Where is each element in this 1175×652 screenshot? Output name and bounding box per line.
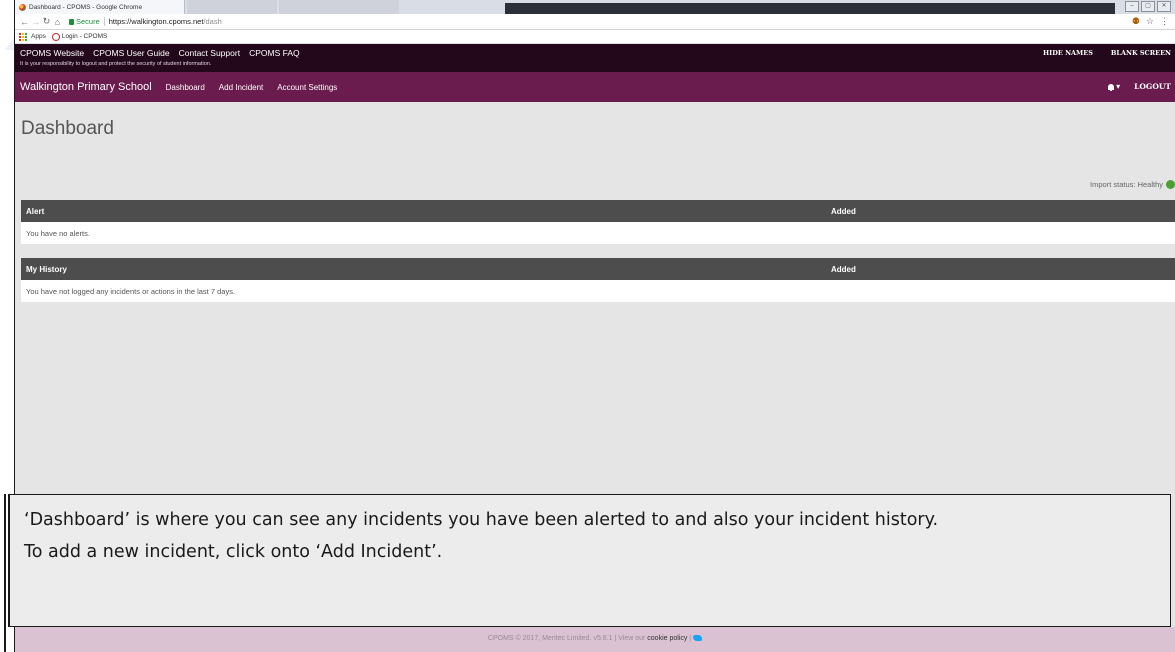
back-arrow-icon[interactable]: ← bbox=[19, 17, 30, 27]
browser-tab[interactable]: Dashboard - CPOMS - Google Chrome bbox=[15, 0, 185, 14]
topbar-links: CPOMS Website CPOMS User Guide Contact S… bbox=[20, 48, 300, 58]
alerts-col-added: Added bbox=[831, 207, 856, 216]
page-footer: CPOMS © 2017, Meritec Limited. v5.8.1 | … bbox=[15, 627, 1175, 652]
import-status: Import status: Healthy bbox=[1090, 180, 1175, 189]
caret-down-icon: ▾ bbox=[1116, 82, 1121, 91]
history-empty-message: You have not logged any incidents or act… bbox=[21, 280, 1175, 302]
alerts-empty-message: You have no alerts. bbox=[21, 222, 1175, 244]
footer-copyright: CPOMS © 2017, Meritec Limited. v5.8.1 | … bbox=[487, 635, 648, 642]
minimize-icon[interactable]: – bbox=[1125, 1, 1139, 12]
browser-titlebar: Dashboard - CPOMS - Google Chrome – ▢ ✕ bbox=[15, 0, 1175, 14]
logout-button[interactable]: LOGOUT bbox=[1134, 82, 1171, 91]
inactive-tab[interactable] bbox=[187, 0, 277, 14]
alerts-col-alert: Alert bbox=[26, 207, 45, 216]
notifications-dropdown[interactable]: ▾ bbox=[1108, 82, 1120, 91]
url-path: /dash bbox=[203, 17, 222, 26]
maximize-icon[interactable]: ▢ bbox=[1141, 1, 1155, 12]
link-cpoms-user-guide[interactable]: CPOMS User Guide bbox=[93, 48, 170, 58]
main-navbar: Walkington Primary School Dashboard Add … bbox=[15, 72, 1175, 102]
hide-names-button[interactable]: HIDE NAMES bbox=[1043, 49, 1093, 57]
bookmark-star-icon[interactable]: ☆ bbox=[1146, 16, 1154, 27]
bookmark-apps[interactable]: Apps bbox=[19, 32, 46, 41]
link-cpoms-faq[interactable]: CPOMS FAQ bbox=[249, 48, 300, 58]
topbar-actions: HIDE NAMES BLANK SCREEN bbox=[1043, 49, 1171, 57]
bookmark-login-label: Login - CPOMS bbox=[61, 33, 108, 40]
navbar-right: ▾ LOGOUT bbox=[1108, 82, 1171, 91]
secure-label: Secure bbox=[76, 17, 100, 26]
reload-icon[interactable]: ↻ bbox=[41, 16, 52, 27]
alerts-table: Alert Added You have no alerts. bbox=[21, 200, 1175, 244]
address-bar-actions: ⚉ ☆ ⋮ bbox=[1132, 16, 1169, 27]
url-text: https://walkington.cpoms.net/dash bbox=[105, 17, 222, 26]
twitter-bird-icon[interactable] bbox=[693, 635, 703, 642]
history-col-added: Added bbox=[831, 265, 856, 274]
instruction-callout: ‘Dashboard’ is where you can see any inc… bbox=[8, 494, 1171, 627]
bookmark-login-cpoms[interactable]: Login - CPOMS bbox=[51, 32, 108, 41]
instruction-line-2: To add a new incident, click onto ‘Add I… bbox=[24, 542, 443, 562]
tab-title: Dashboard - CPOMS - Google Chrome bbox=[29, 3, 143, 11]
url-field[interactable]: Secure https://walkington.cpoms.net/dash bbox=[69, 16, 222, 28]
window-controls: – ▢ ✕ bbox=[1125, 1, 1171, 13]
secure-indicator[interactable]: Secure bbox=[69, 17, 105, 26]
dark-tab-strip bbox=[505, 3, 1115, 14]
nav-dashboard[interactable]: Dashboard bbox=[166, 83, 205, 92]
apps-grid-icon bbox=[19, 32, 27, 41]
address-bar: ← → ↻ ⌂ Secure https://walkington.cpoms.… bbox=[15, 14, 1175, 30]
bell-icon bbox=[1108, 83, 1115, 91]
cpoms-topbar: CPOMS Website CPOMS User Guide Contact S… bbox=[15, 44, 1175, 72]
alerts-table-header: Alert Added bbox=[21, 200, 1175, 222]
history-col-my-history: My History bbox=[26, 265, 67, 274]
extension-icon[interactable]: ⚉ bbox=[1132, 16, 1140, 27]
security-note: It is your responsibility to logout and … bbox=[20, 61, 212, 67]
nav-add-incident[interactable]: Add Incident bbox=[219, 83, 263, 92]
bookmarks-bar: Apps Login - CPOMS bbox=[15, 30, 1175, 44]
overlay-left-rule bbox=[4, 494, 6, 652]
page: Dashboard - CPOMS - Google Chrome – ▢ ✕ … bbox=[0, 0, 1175, 652]
instruction-line-1: ‘Dashboard’ is where you can see any inc… bbox=[24, 510, 939, 530]
import-status-text: Import status: Healthy bbox=[1090, 180, 1163, 189]
chrome-logo-icon bbox=[19, 3, 26, 11]
nav-account-settings[interactable]: Account Settings bbox=[277, 83, 337, 92]
history-table-header: My History Added bbox=[21, 258, 1175, 280]
home-icon[interactable]: ⌂ bbox=[52, 17, 63, 27]
page-title: Dashboard bbox=[21, 118, 114, 139]
link-contact-support[interactable]: Contact Support bbox=[179, 48, 240, 58]
link-cpoms-website[interactable]: CPOMS Website bbox=[20, 48, 84, 58]
history-table: My History Added You have not logged any… bbox=[21, 258, 1175, 302]
blank-screen-button[interactable]: BLANK SCREEN bbox=[1111, 49, 1171, 57]
cpoms-logo-icon bbox=[51, 32, 60, 41]
close-icon[interactable]: ✕ bbox=[1157, 1, 1171, 12]
school-brand[interactable]: Walkington Primary School bbox=[20, 81, 152, 93]
forward-arrow-icon[interactable]: → bbox=[30, 17, 41, 27]
status-healthy-icon bbox=[1166, 180, 1175, 189]
bookmark-apps-label: Apps bbox=[31, 33, 46, 40]
url-host: https://walkington.cpoms.net bbox=[108, 17, 204, 26]
lock-icon bbox=[69, 18, 74, 25]
menu-dots-icon[interactable]: ⋮ bbox=[1160, 16, 1169, 27]
inactive-tab[interactable] bbox=[279, 0, 399, 14]
cookie-policy-link[interactable]: cookie policy bbox=[647, 635, 687, 642]
